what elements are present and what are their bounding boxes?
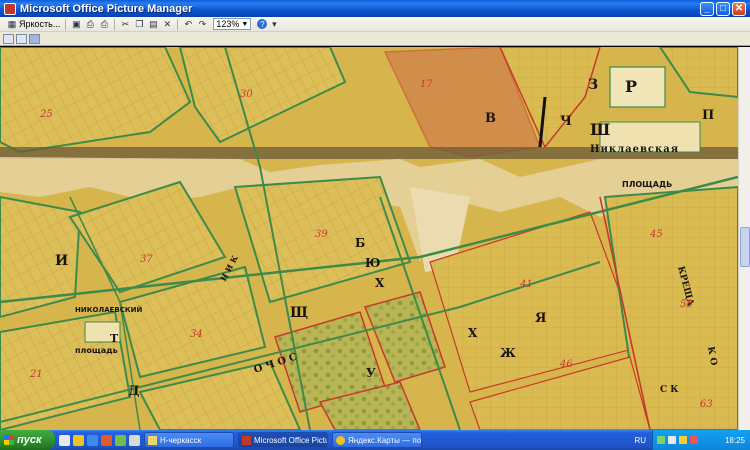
toolbar-options-icon[interactable]: ▾ [269,19,279,29]
map-letter: Х [375,276,385,290]
map-letter: П [702,108,714,123]
map-square-label: ПЛОЩАДЬ [622,180,672,189]
copy-icon[interactable]: ❐ [134,19,144,29]
toolbar-separator [114,18,116,30]
map-lot-number: 46 [559,359,573,370]
picture-view[interactable]: З Р В Ч Ш Б Ю Х Щ И Я Х Ж Т Д О Е С У П … [0,47,738,430]
map-street-name: Никлаевская [590,144,679,155]
maximize-button[interactable]: □ [716,1,730,16]
folder-icon [148,435,157,445]
map-lot-number: 58 [680,299,693,310]
export-icon[interactable]: ⎙ [85,19,95,29]
map-letter: Щ [290,305,308,321]
single-picture-view-icon[interactable] [29,33,40,44]
map-letter: Д [128,384,140,399]
map-letter: И [55,253,68,269]
map-lot-number: 45 [649,229,663,240]
map-lot-number: 34 [190,329,203,340]
app-icon[interactable] [115,434,126,446]
view-bar [0,32,750,46]
desktop-icon[interactable] [87,434,98,446]
taskbar: пуск Н-черкасск Microsoft Office Pictu..… [0,430,750,450]
map-letter: Я [535,311,546,326]
map-lot-number: 25 [39,109,53,120]
delete-icon[interactable]: ✕ [162,19,172,29]
notification-icon[interactable] [679,436,687,444]
edit-pictures-button[interactable]: ▦ Яркость... [3,18,62,31]
rotate-right-icon[interactable]: ↷ [197,19,207,29]
map-letter: Ю [365,256,380,270]
map-letter: Ч [560,114,572,129]
toolbar: ▦ Яркость... ▣ ⎙ ⎙ ✂ ❐ ▤ ✕ ↶ ↷ 123% ▼ ? … [0,17,750,32]
map-lot-number: 41 [519,279,533,290]
map-letter: В [485,111,496,126]
map-letter: З [588,77,598,93]
map-block [609,66,666,108]
picture-manager-icon [242,435,251,445]
map-letter: Т [110,332,119,345]
print-icon[interactable]: ⎙ [99,19,109,29]
window-title: Microsoft Office Picture Manager [20,2,193,15]
taskbar-item[interactable]: Яндекс.Карты — по... [332,432,422,448]
chevron-down-icon: ▼ [241,20,249,28]
start-button[interactable]: пуск [0,430,55,450]
map-lot-number: 30 [240,89,253,100]
map-lot-number: 39 [315,229,328,240]
scrollbar-thumb[interactable] [740,227,750,267]
map-lot-number: 37 [140,254,153,265]
taskbar-item-label: Н-черкасск [160,435,202,445]
vertical-scrollbar[interactable] [738,47,750,430]
map-square-label: площадь [75,346,118,355]
start-label: пуск [17,434,42,446]
clock: 18:25 [724,435,745,445]
close-button[interactable]: ✕ [732,1,746,16]
rotate-left-icon[interactable]: ↶ [183,19,193,29]
network-icon[interactable] [657,436,665,444]
map-letter: У [366,366,376,380]
minimize-button[interactable]: _ [700,1,714,16]
yandex-icon[interactable] [73,434,84,446]
cut-icon[interactable]: ✂ [120,19,130,29]
paste-icon[interactable]: ▤ [148,19,158,29]
yandex-browser-icon [336,435,345,445]
map-lot-number: 21 [29,369,43,380]
toolbar-separator [177,18,179,30]
taskbar-item[interactable]: Н-черкасск [144,432,234,448]
map-letter: Б [355,236,365,250]
map-letter: Х [468,326,478,340]
edit-pictures-label: Яркость... [19,19,61,29]
zoom-select[interactable]: 123% ▼ [213,18,252,30]
map-square-label: НИКОЛАЕВСКИЙ [75,305,142,314]
save-icon[interactable]: ▣ [71,19,81,29]
zoom-value: 123% [216,19,240,29]
quick-launch [59,434,140,446]
app-icon[interactable] [129,434,140,446]
edit-pictures-icon: ▦ [7,19,17,29]
toolbar-separator [65,18,67,30]
windows-logo-icon [4,435,14,445]
map-lot-number: 63 [700,399,713,410]
taskbar-item-label: Яндекс.Карты — по... [348,435,422,445]
title-bar: Microsoft Office Picture Manager _ □ ✕ [0,0,750,17]
map-lot-number: 17 [420,79,433,90]
yandex-browser-icon[interactable] [59,434,70,446]
taskbar-item-label: Microsoft Office Pictu... [254,435,328,445]
system-tray: 18:25 [652,430,750,450]
help-icon[interactable]: ? [257,19,268,29]
security-icon[interactable] [690,436,698,444]
thumbnail-view-icon[interactable] [3,33,14,44]
map-letter: Ш [590,120,610,139]
volume-icon[interactable] [668,436,676,444]
map-letter: Р [625,77,637,96]
historical-map: З Р В Ч Ш Б Ю Х Щ И Я Х Ж Т Д О Е С У П … [0,47,738,430]
language-indicator[interactable]: RU [634,436,646,445]
taskbar-item[interactable]: Microsoft Office Pictu... [238,432,328,448]
media-icon[interactable] [101,434,112,446]
filmstrip-view-icon[interactable] [16,33,27,44]
map-letter: Ж [500,346,516,360]
picture-manager-icon [4,2,16,15]
map-street-name: С К [660,385,679,395]
